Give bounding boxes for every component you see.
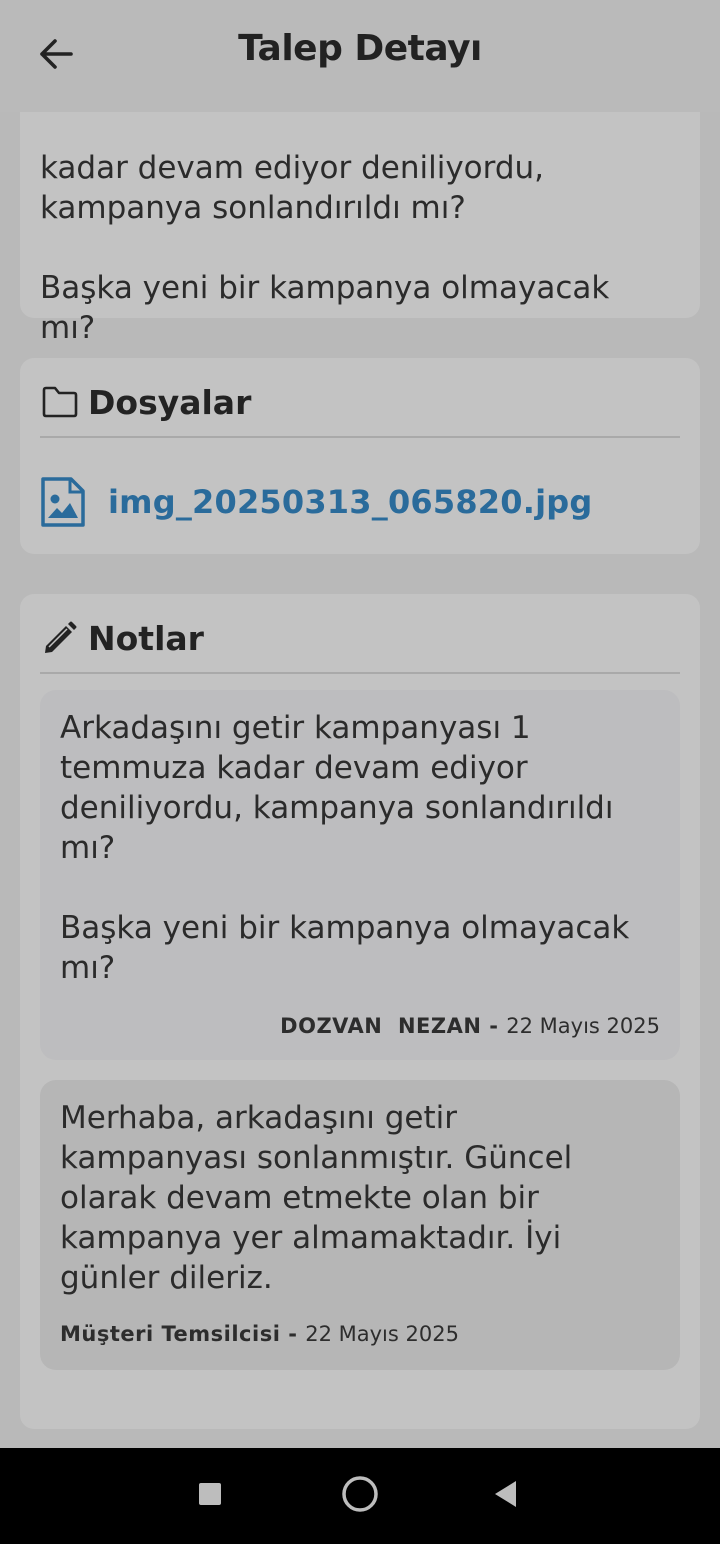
folder-icon (40, 382, 80, 422)
note-author: DOZVAN NEZAN (280, 1014, 482, 1038)
description-text: kadar devam ediyor deniliyordu, kampanya… (40, 150, 610, 346)
recents-square-icon (197, 1481, 223, 1511)
system-nav-bar (0, 1448, 720, 1544)
recents-button[interactable] (186, 1472, 234, 1520)
home-circle-icon (340, 1474, 380, 1518)
files-header: Dosyalar (40, 380, 251, 424)
notes-card: Notlar Arkadaşını getir kampanyası 1 tem… (20, 594, 700, 1429)
files-card: Dosyalar img_20250313_065820.jpg (20, 358, 700, 554)
note-date: 22 Mayıs 2025 (506, 1014, 660, 1038)
notes-header: Notlar (40, 616, 204, 660)
note-item: Merhaba, arkadaşını getir kampanyası son… (40, 1080, 680, 1370)
note-author: Müşteri Temsilcisi (60, 1322, 281, 1346)
note-separator: - (280, 1322, 306, 1346)
page-title: Talep Detayı (238, 28, 482, 69)
files-divider (40, 436, 680, 438)
note-text: Merhaba, arkadaşını getir kampanyası son… (60, 1100, 573, 1296)
note-separator: - (481, 1014, 507, 1038)
image-file-icon (40, 476, 86, 528)
file-item[interactable]: img_20250313_065820.jpg (40, 476, 592, 528)
note-date: 22 Mayıs 2025 (305, 1322, 459, 1346)
home-button[interactable] (336, 1472, 384, 1520)
note-text: Arkadaşını getir kampanyası 1 temmuza ka… (60, 710, 630, 986)
notes-title: Notlar (88, 618, 204, 658)
notes-divider (40, 672, 680, 674)
back-triangle-icon (492, 1479, 520, 1513)
app-header: Talep Detayı (0, 0, 720, 112)
file-name-link[interactable]: img_20250313_065820.jpg (108, 483, 592, 521)
system-back-button[interactable] (482, 1472, 530, 1520)
files-title: Dosyalar (88, 382, 252, 422)
note-item: Arkadaşını getir kampanyası 1 temmuza ka… (40, 690, 680, 1060)
note-meta: Müşteri Temsilcisi - 22 Mayıs 2025 (60, 1322, 459, 1346)
scroll-content[interactable]: kadar devam ediyor deniliyordu, kampanya… (0, 0, 720, 1448)
note-meta: DOZVAN NEZAN - 22 Mayıs 2025 (280, 1014, 660, 1038)
pencil-icon (40, 618, 80, 658)
